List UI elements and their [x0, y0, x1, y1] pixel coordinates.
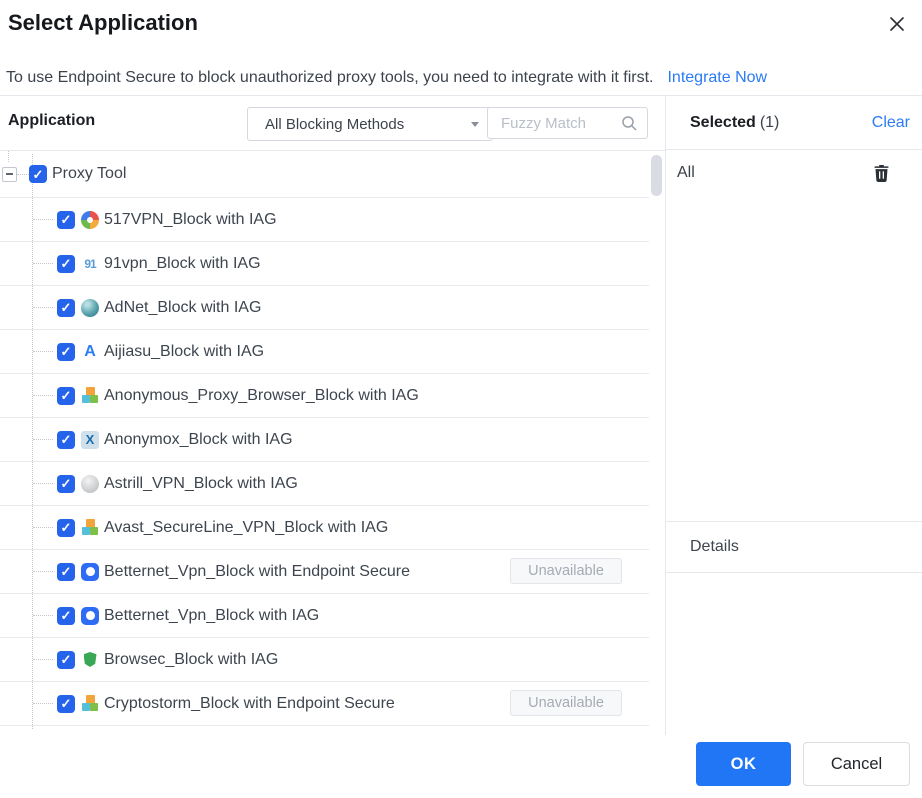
integration-notice-bar: To use Endpoint Secure to block unauthor… — [0, 60, 922, 96]
sphere-icon — [81, 474, 99, 493]
checkbox-checked[interactable] — [57, 210, 75, 229]
globe-icon — [81, 298, 99, 317]
tree-row[interactable]: Avast_SecureLine_VPN_Block with IAG — [0, 506, 649, 550]
pinwheel-icon — [81, 210, 99, 229]
cancel-button[interactable]: Cancel — [803, 742, 910, 786]
checkbox-checked[interactable] — [57, 430, 75, 449]
application-tree: Proxy Tool 517VPN_Block with IAG 91vpn_Blo… — [0, 151, 665, 736]
blocking-methods-dropdown[interactable]: All Blocking Methods — [247, 107, 493, 141]
tree-row[interactable]: Betternet_Vpn_Block with IAG — [0, 594, 649, 638]
tree-item-label: Anonymox_Block with IAG — [104, 430, 293, 448]
shield-face-icon — [81, 562, 99, 581]
checkbox-checked[interactable] — [57, 298, 75, 317]
details-section: Details — [666, 521, 922, 573]
application-header: Application — [8, 112, 96, 129]
search-input[interactable] — [501, 114, 585, 132]
collapse-minus-icon[interactable] — [2, 166, 17, 182]
cubes-icon — [81, 386, 99, 405]
selected-title: Selected (1) — [690, 114, 779, 132]
checkbox-checked[interactable] — [57, 386, 75, 405]
unavailable-badge: Unavailable — [510, 690, 622, 716]
search-icon — [621, 115, 638, 132]
tree-row[interactable]: Cryptostorm_Block with Endpoint Secure Un… — [0, 682, 649, 726]
search-box — [487, 107, 648, 139]
x-square-icon — [81, 430, 99, 449]
tree-item-label: Astrill_VPN_Block with IAG — [104, 474, 298, 492]
select-application-dialog: Select Application To use Endpoint Secur… — [0, 0, 922, 798]
tree-item-label: Avast_SecureLine_VPN_Block with IAG — [104, 518, 389, 536]
shield-face-icon — [81, 606, 99, 625]
checkbox-checked[interactable] — [29, 165, 47, 183]
tree-parent-label: Proxy Tool — [52, 165, 127, 182]
tree-item-label: Browsec_Block with IAG — [104, 650, 279, 668]
integrate-now-link[interactable]: Integrate Now — [667, 69, 767, 87]
selected-panel: Selected (1) Clear All Details — [666, 96, 922, 735]
cubes-icon — [81, 518, 99, 537]
checkbox-checked[interactable] — [57, 474, 75, 493]
tree-item-label: Aijiasu_Block with IAG — [104, 342, 265, 360]
details-label: Details — [690, 538, 739, 555]
page-title: Select Application — [8, 10, 198, 35]
tree-item-label: Betternet_Vpn_Block with Endpoint Secure — [104, 562, 410, 580]
tree-connector — [17, 173, 29, 175]
tree-row[interactable]: Betternet_Vpn_Block with Endpoint Secure… — [0, 550, 649, 594]
selected-count: (1) — [759, 113, 780, 131]
tree-row[interactable]: Aijiasu_Block with IAG — [0, 330, 649, 374]
chevron-down-icon — [471, 122, 479, 127]
application-toolbar: Application All Blocking Methods — [0, 96, 665, 151]
trash-icon[interactable] — [874, 164, 889, 182]
green-shield-icon — [81, 651, 99, 669]
checkbox-checked[interactable] — [57, 562, 75, 581]
tree-row[interactable]: 91vpn_Block with IAG — [0, 242, 649, 286]
tree-item-label: 517VPN_Block with IAG — [104, 210, 277, 228]
ok-button[interactable]: OK — [696, 742, 791, 786]
selected-item-all[interactable]: All — [666, 150, 922, 196]
checkbox-checked[interactable] — [57, 518, 75, 537]
letter-a-icon — [81, 343, 99, 361]
checkbox-checked[interactable] — [57, 694, 75, 713]
notice-text: To use Endpoint Secure to block unauthor… — [6, 68, 654, 86]
tree-row[interactable]: Anonymox_Block with IAG — [0, 418, 649, 462]
cubes-icon — [81, 694, 99, 713]
tree-item-label: 91vpn_Block with IAG — [104, 254, 261, 272]
checkbox-checked[interactable] — [57, 342, 75, 361]
application-panel: Application All Blocking Methods Proxy T… — [0, 96, 666, 735]
close-icon[interactable] — [886, 13, 908, 35]
tree-row[interactable]: 517VPN_Block with IAG — [0, 198, 649, 242]
checkbox-checked[interactable] — [57, 606, 75, 625]
selected-header: Selected (1) Clear — [666, 96, 922, 150]
unavailable-badge: Unavailable — [510, 558, 622, 584]
dropdown-value: All Blocking Methods — [265, 115, 405, 133]
clear-link[interactable]: Clear — [872, 114, 910, 132]
tree-row[interactable]: Browsec_Block with IAG — [0, 638, 649, 682]
selected-item-label: All — [677, 164, 695, 181]
tree-row[interactable]: Anonymous_Proxy_Browser_Block with IAG — [0, 374, 649, 418]
selected-label: Selected — [690, 113, 756, 131]
checkbox-checked[interactable] — [57, 650, 75, 669]
tree-item-label: AdNet_Block with IAG — [104, 298, 262, 316]
tree-row[interactable]: AdNet_Block with IAG — [0, 286, 649, 330]
tree-item-label: Betternet_Vpn_Block with IAG — [104, 606, 320, 624]
tree-row[interactable]: Astrill_VPN_Block with IAG — [0, 462, 649, 506]
checkbox-checked[interactable] — [57, 254, 75, 273]
tree-item-label: Anonymous_Proxy_Browser_Block with IAG — [104, 386, 419, 404]
scrollbar-thumb[interactable] — [651, 155, 662, 196]
tree-row-parent[interactable]: Proxy Tool — [0, 151, 649, 198]
vpn91-icon — [81, 255, 99, 273]
tree-item-label: Cryptostorm_Block with Endpoint Secure — [104, 694, 395, 712]
